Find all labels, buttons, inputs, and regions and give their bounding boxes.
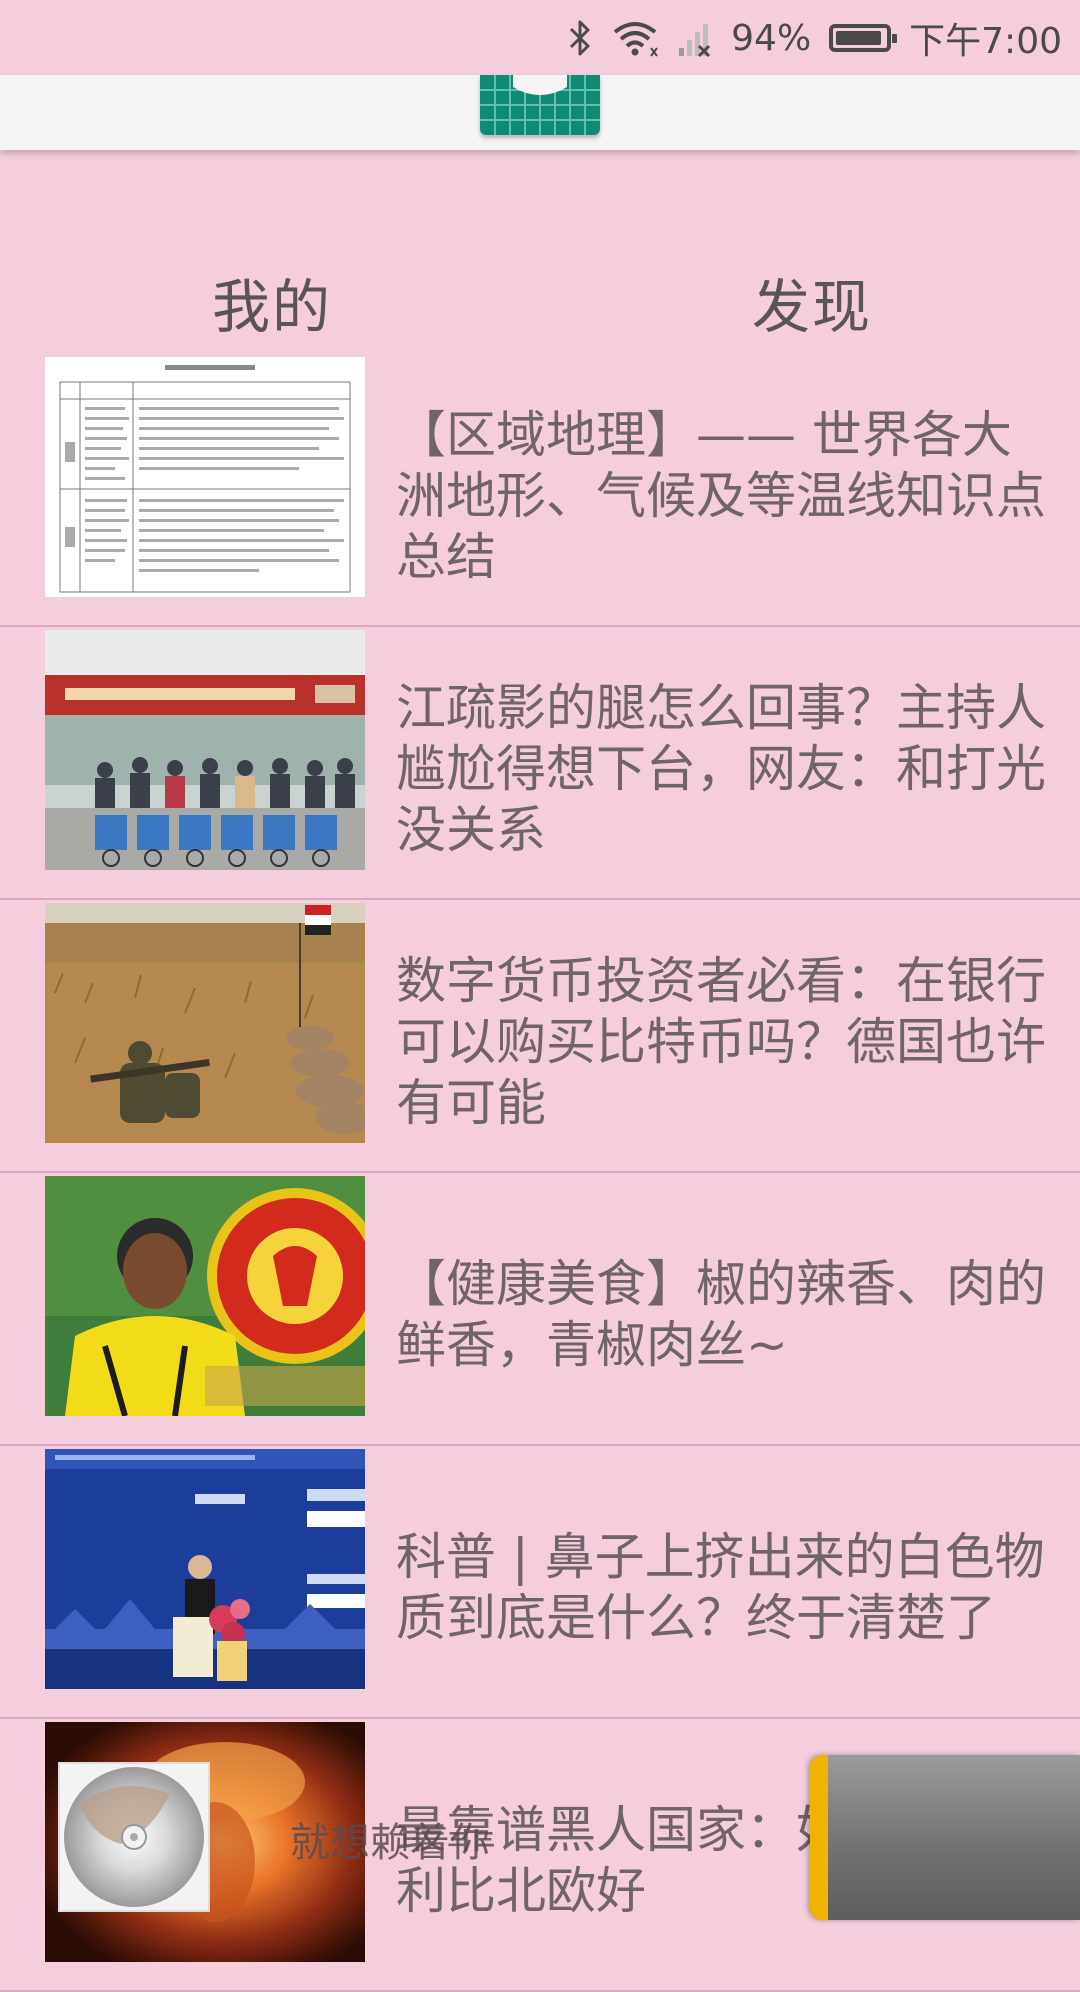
news-item[interactable]: 【健康美食】椒的辣香、肉的鲜香，青椒肉丝~ bbox=[0, 1173, 1080, 1446]
news-item[interactable]: 数字货币投资者必看：在银行可以购买比特币吗？德国也许有可能 bbox=[0, 900, 1080, 1173]
player-song-title[interactable]: 就想赖着你 bbox=[290, 1810, 490, 1868]
app-logo[interactable] bbox=[480, 75, 600, 135]
football-player-thumbnail bbox=[45, 1176, 365, 1416]
signal-icon bbox=[677, 18, 713, 58]
bluetooth-icon bbox=[567, 18, 593, 58]
soldiers-desert-thumbnail bbox=[45, 903, 365, 1143]
news-item[interactable]: 江疏影的腿怎么回事？主持人尴尬得想下台，网友：和打光没关系 bbox=[0, 627, 1080, 900]
news-title: 【区域地理】—— 世界各大洲地形、气候及等温线知识点总结 bbox=[396, 405, 1046, 586]
document-table-thumbnail bbox=[45, 357, 365, 597]
toolbar bbox=[0, 75, 1080, 150]
news-title: 数字货币投资者必看：在银行可以购买比特币吗？德国也许有可能 bbox=[396, 951, 1046, 1132]
wifi-icon bbox=[611, 18, 659, 58]
battery-level bbox=[836, 31, 882, 45]
news-title: 【健康美食】椒的辣香、肉的鲜香，青椒肉丝~ bbox=[396, 1255, 1046, 1374]
battery-percent: 94% bbox=[731, 17, 812, 59]
status-bar: 94% 下午7:00 bbox=[0, 0, 1080, 75]
tab-discover[interactable]: 发现 bbox=[752, 260, 872, 344]
news-item[interactable]: 科普 | 鼻子上挤出来的白色物质到底是什么？终于清楚了 bbox=[0, 1446, 1080, 1719]
tab-bar: 我的 发现 bbox=[0, 240, 1080, 360]
tab-mine[interactable]: 我的 bbox=[212, 260, 332, 344]
clock: 下午7:00 bbox=[909, 21, 1062, 62]
news-title: 科普 | 鼻子上挤出来的白色物质到底是什么？终于清楚了 bbox=[396, 1528, 1045, 1647]
status-icons: 94% 下午7:00 bbox=[567, 12, 1062, 64]
speech-stage-thumbnail bbox=[45, 1449, 365, 1689]
player-album-cover[interactable] bbox=[58, 1762, 210, 1912]
news-list: 【区域地理】—— 世界各大洲地形、气候及等温线知识点总结 江疏影的腿怎么回事？主… bbox=[0, 354, 1080, 1992]
news-item[interactable]: 【区域地理】—— 世界各大洲地形、气候及等温线知识点总结 bbox=[0, 354, 1080, 627]
battery-icon bbox=[829, 24, 898, 52]
news-title: 江疏影的腿怎么回事？主持人尴尬得想下台，网友：和打光没关系 bbox=[396, 678, 1046, 859]
group-photo-banner-thumbnail bbox=[45, 630, 365, 870]
player-control-panel[interactable] bbox=[810, 1755, 1080, 1920]
